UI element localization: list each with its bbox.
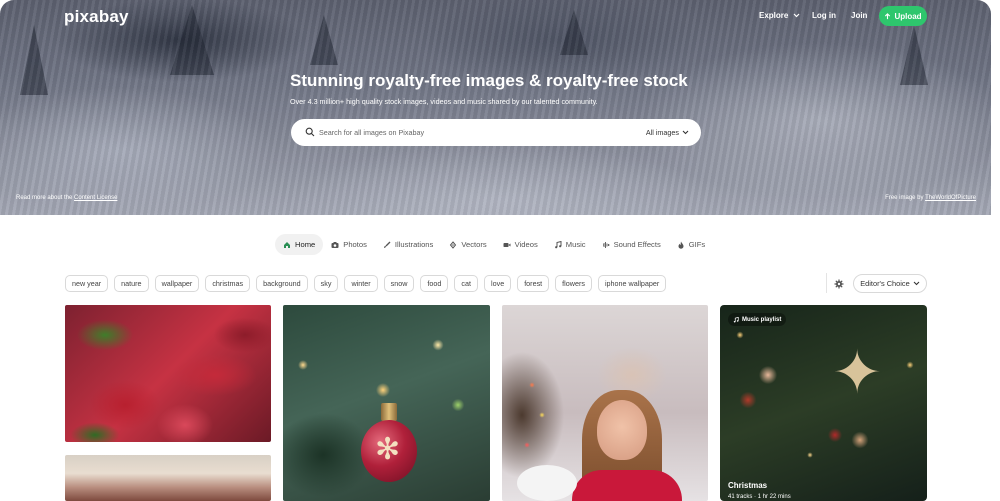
- hero-banner: pixabay Explore Log in Join Upload Stunn…: [0, 0, 991, 215]
- tree-silhouette: [900, 25, 928, 85]
- tab-home[interactable]: Home: [275, 234, 324, 255]
- tab-photos[interactable]: Photos: [323, 234, 375, 255]
- tag-chip[interactable]: background: [256, 275, 308, 292]
- gear-icon[interactable]: [834, 279, 844, 289]
- tag-chip[interactable]: iphone wallpaper: [597, 275, 667, 292]
- ornament-cap: [381, 403, 397, 421]
- tab-label: Home: [295, 240, 316, 249]
- search-icon: [305, 127, 315, 137]
- search-bar: All images: [291, 119, 701, 146]
- tag-chip[interactable]: sky: [313, 275, 339, 292]
- tab-label: Photos: [343, 240, 367, 249]
- tag-chip[interactable]: flowers: [555, 275, 592, 292]
- hero-subtitle: Over 4.3 million+ high quality stock ima…: [290, 97, 598, 106]
- author-link[interactable]: TheWorldOfPicture: [925, 195, 976, 201]
- tab-label: GIFs: [688, 240, 706, 249]
- content-license-link[interactable]: Content License: [74, 195, 117, 201]
- page: pixabay Explore Log in Join Upload Stunn…: [0, 0, 991, 501]
- tab-illustrations[interactable]: Illustrations: [375, 234, 441, 255]
- playlist-meta: 41 tracks · 1 hr 22 mins: [728, 494, 791, 500]
- music-icon: [554, 240, 562, 248]
- face-shape: [597, 400, 647, 460]
- credit-prefix: Free image by: [885, 195, 926, 201]
- star-ornament: ✦: [832, 338, 883, 408]
- tag-chip[interactable]: nature: [114, 275, 149, 292]
- image-card-snowy-branch[interactable]: [65, 455, 271, 501]
- tag-chip[interactable]: wallpaper: [154, 275, 200, 292]
- tag-chip[interactable]: winter: [344, 275, 378, 292]
- top-navigation: pixabay Explore Log in Join Upload: [0, 0, 991, 34]
- tab-videos[interactable]: Videos: [495, 234, 546, 255]
- sort-dropdown[interactable]: Editor's Choice: [853, 274, 927, 293]
- tag-chip[interactable]: forest: [517, 275, 550, 292]
- music-playlist-badge: Music playlist: [728, 313, 787, 326]
- tab-label: Vectors: [461, 240, 487, 249]
- divider: [826, 273, 827, 293]
- flame-icon: [678, 241, 684, 249]
- upload-label: Upload: [894, 11, 922, 21]
- tab-label: Videos: [514, 240, 538, 249]
- ornament-ball: [361, 420, 417, 482]
- tag-chip[interactable]: cat: [454, 275, 478, 292]
- sort-label: Editor's Choice: [860, 279, 910, 288]
- playlist-title: Christmas: [728, 481, 768, 490]
- tag-chip[interactable]: snow: [383, 275, 415, 292]
- tag-list: new year nature wallpaper christmas back…: [65, 275, 667, 292]
- tag-chip[interactable]: food: [420, 275, 449, 292]
- waveform-icon: [602, 241, 610, 248]
- tag-chip[interactable]: new year: [65, 275, 109, 292]
- search-type-label: All images: [645, 128, 679, 137]
- snow-handful: [517, 465, 577, 501]
- brush-icon: [383, 241, 391, 248]
- chevron-down-icon: [682, 130, 689, 135]
- tab-gifs[interactable]: GIFs: [669, 234, 713, 255]
- upload-icon: [885, 12, 891, 19]
- camera-icon: [331, 241, 339, 248]
- hero-title: Stunning royalty-free images & royalty-f…: [290, 71, 688, 90]
- upload-button[interactable]: Upload: [879, 6, 927, 26]
- tag-chip[interactable]: love: [484, 275, 512, 292]
- music-icon: [733, 316, 739, 322]
- tree-silhouette: [20, 25, 48, 95]
- join-link[interactable]: Join: [851, 11, 867, 20]
- music-playlist-card[interactable]: ✦ Music playlist Christmas 41 tracks · 1…: [720, 305, 927, 501]
- explore-menu[interactable]: Explore: [759, 11, 800, 20]
- tab-label: Music: [565, 240, 586, 249]
- license-note: Read more about the Content License: [16, 195, 117, 201]
- sweater-shape: [572, 470, 682, 501]
- home-icon: [284, 241, 290, 248]
- badge-label: Music playlist: [742, 316, 782, 323]
- media-tabs: Home Photos Illustrations Vectors Videos…: [275, 234, 713, 255]
- image-card-ornament[interactable]: [283, 305, 490, 501]
- license-prefix: Read more about the: [16, 195, 75, 201]
- tag-chip[interactable]: christmas: [205, 275, 251, 292]
- tab-label: Illustrations: [394, 240, 434, 249]
- chevron-down-icon: [793, 13, 800, 18]
- tab-music[interactable]: Music: [546, 234, 594, 255]
- tab-vectors[interactable]: Vectors: [441, 234, 494, 255]
- tab-label: Sound Effects: [613, 240, 661, 249]
- tab-sound-effects[interactable]: Sound Effects: [594, 234, 669, 255]
- video-icon: [503, 242, 511, 247]
- login-link[interactable]: Log in: [812, 11, 836, 20]
- image-credit: Free image by TheWorldOfPicture: [885, 195, 976, 201]
- explore-label: Explore: [759, 11, 789, 20]
- chevron-down-icon: [913, 281, 920, 286]
- pen-icon: [450, 240, 457, 249]
- image-card-snow-girl[interactable]: [502, 305, 708, 501]
- search-input[interactable]: [319, 125, 619, 140]
- search-type-select[interactable]: All images: [646, 128, 689, 137]
- pixabay-logo[interactable]: pixabay: [64, 7, 129, 27]
- image-card-leaves[interactable]: [65, 305, 271, 442]
